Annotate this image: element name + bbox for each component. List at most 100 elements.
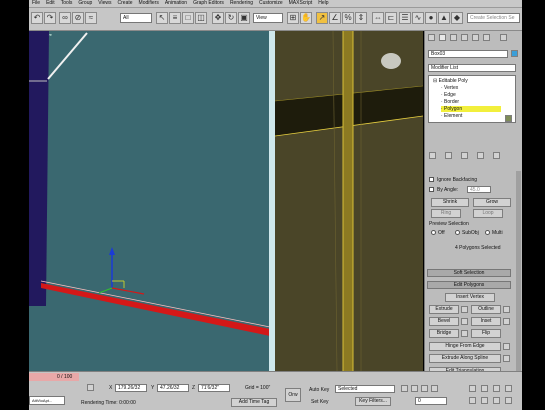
menu-item-rendering[interactable]: Rendering [227, 0, 256, 7]
unlink-icon[interactable]: ⊘ [72, 12, 84, 24]
select-by-name-icon[interactable]: ≡ [169, 12, 181, 24]
angle-snap-icon[interactable]: ∠ [329, 12, 341, 24]
inset-button[interactable]: Inset [471, 317, 501, 326]
flip-button[interactable]: Flip [471, 329, 501, 338]
by-angle-spinner[interactable]: 45.0 [467, 186, 491, 193]
select-scale-icon[interactable]: ▣ [238, 12, 250, 24]
preview-subobj-radio[interactable] [455, 230, 460, 235]
modify-tab-icon[interactable] [439, 34, 446, 41]
stack-item-vertex[interactable]: · Vertex [441, 85, 458, 91]
select-rotate-icon[interactable]: ↻ [225, 12, 237, 24]
select-manipulate-icon[interactable]: ✋ [300, 12, 312, 24]
menu-item-customize[interactable]: Customize [256, 0, 286, 7]
rectangular-selection-icon[interactable]: □ [182, 12, 194, 24]
preview-off-radio[interactable] [431, 230, 436, 235]
zoom-extents-all-icon[interactable] [505, 385, 512, 392]
camera-viewport[interactable] [275, 31, 423, 371]
key-mode-toggle[interactable]: Orw [285, 388, 301, 402]
extrude-spline-settings-icon[interactable] [503, 355, 510, 362]
layer-manager-icon[interactable]: ☰ [399, 12, 411, 24]
object-name-field[interactable]: Box03 [428, 50, 508, 58]
by-angle-checkbox[interactable] [429, 187, 434, 192]
soft-selection-rollout[interactable]: Soft Selection [427, 269, 511, 277]
outline-button[interactable]: Outline [471, 305, 501, 314]
render-scene-icon[interactable]: ▲ [438, 12, 450, 24]
loop-button[interactable]: Loop [473, 209, 503, 218]
zoom-icon[interactable] [469, 385, 476, 392]
pan-icon[interactable] [481, 397, 488, 404]
hierarchy-tab-icon[interactable] [450, 34, 457, 41]
outline-settings-icon[interactable] [503, 306, 510, 313]
snap-toggle-icon[interactable]: ↗ [316, 12, 328, 24]
curve-editor-icon[interactable]: ∿ [412, 12, 424, 24]
lock-selection-icon[interactable] [87, 384, 94, 391]
command-panel-scrollbar[interactable] [516, 171, 521, 381]
edit-polygons-rollout[interactable]: Edit Polygons [427, 281, 511, 289]
viewcube-icon[interactable] [381, 53, 401, 69]
bridge-settings-icon[interactable] [461, 330, 468, 337]
bridge-button[interactable]: Bridge [429, 329, 459, 338]
menu-item-views[interactable]: Views [95, 0, 114, 7]
next-frame-icon[interactable] [431, 385, 438, 392]
percent-snap-icon[interactable]: % [342, 12, 354, 24]
insert-vertex-button[interactable]: Insert Vertex [445, 293, 495, 302]
play-icon[interactable] [421, 385, 428, 392]
redo-icon[interactable]: ↷ [44, 12, 56, 24]
menu-item-animation[interactable]: Animation [162, 0, 190, 7]
stack-item-editable-poly[interactable]: ⊟ Editable Poly [433, 78, 468, 84]
menu-item-create[interactable]: Create [115, 0, 136, 7]
previous-frame-icon[interactable] [411, 385, 418, 392]
maximize-viewport-icon[interactable] [505, 397, 512, 404]
select-link-icon[interactable]: ∞ [59, 12, 71, 24]
extrude-settings-icon[interactable] [461, 306, 468, 313]
object-color-swatch[interactable] [511, 50, 518, 57]
add-time-tag-button[interactable]: Add Time Tag [231, 398, 277, 407]
gizmo-z-arrow[interactable] [109, 247, 115, 255]
menu-item-tools[interactable]: Tools [58, 0, 76, 7]
shrink-button[interactable]: Shrink [431, 198, 469, 207]
key-filters-button[interactable]: Key Filters... [355, 397, 391, 406]
create-tab-icon[interactable] [428, 34, 435, 41]
current-frame-field[interactable]: 0 [415, 397, 447, 405]
pivot-center-icon[interactable]: ⊞ [287, 12, 299, 24]
menu-item-modifiers[interactable]: Modifiers [136, 0, 162, 7]
undo-icon[interactable]: ↶ [31, 12, 43, 24]
stack-item-element[interactable]: · Element [441, 113, 462, 119]
zoom-extents-icon[interactable] [493, 385, 500, 392]
menu-item-help[interactable]: Help [315, 0, 331, 7]
modifier-list-dropdown[interactable]: Modifier List [428, 64, 516, 72]
perspective-viewport[interactable]: Perspective [29, 31, 271, 371]
configure-modifier-sets-icon[interactable] [493, 152, 500, 159]
remove-modifier-icon[interactable] [477, 152, 484, 159]
spinner-snap-icon[interactable]: ⇕ [355, 12, 367, 24]
select-move-icon[interactable]: ✥ [212, 12, 224, 24]
stack-item-edge[interactable]: · Edge [441, 92, 456, 98]
show-end-result-icon[interactable] [445, 152, 452, 159]
goto-start-icon[interactable] [401, 385, 408, 392]
panel-settings-icon[interactable] [500, 34, 507, 41]
zoom-all-icon[interactable] [481, 385, 488, 392]
modifier-stack[interactable]: ⊟ Editable Poly · Vertex · Edge · Border · P… [428, 75, 516, 123]
menu-item-edit[interactable]: Edit [43, 0, 58, 7]
bevel-button[interactable]: Bevel [429, 317, 459, 326]
gizmo-y-axis[interactable] [98, 287, 113, 294]
y-coordinate-field[interactable]: 47.26/32 [157, 384, 189, 392]
select-object-icon[interactable]: ↖ [156, 12, 168, 24]
extrude-along-spline-button[interactable]: Extrude Along Spline [429, 354, 501, 363]
bind-space-warp-icon[interactable]: ≈ [85, 12, 97, 24]
mirror-icon[interactable]: ⇔ [372, 12, 384, 24]
menu-item-group[interactable]: Group [75, 0, 95, 7]
extrude-button[interactable]: Extrude [429, 305, 459, 314]
preview-multi-radio[interactable] [485, 230, 490, 235]
menu-item-file[interactable]: File [29, 0, 43, 7]
named-selection-set-field[interactable]: Create Selection Se [467, 13, 520, 23]
utilities-tab-icon[interactable] [483, 34, 490, 41]
ring-button[interactable]: Ring [431, 209, 461, 218]
menu-item-maxscript[interactable]: MAXScript [286, 0, 316, 7]
hinge-from-edge-button[interactable]: Hinge From Edge [429, 342, 501, 351]
bevel-settings-icon[interactable] [461, 318, 468, 325]
grow-button[interactable]: Grow [473, 198, 511, 207]
menu-item-graph-editors[interactable]: Graph Editors [190, 0, 227, 7]
stack-item-border[interactable]: · Border [441, 99, 459, 105]
stack-item-polygon[interactable]: · Polygon [441, 106, 501, 112]
